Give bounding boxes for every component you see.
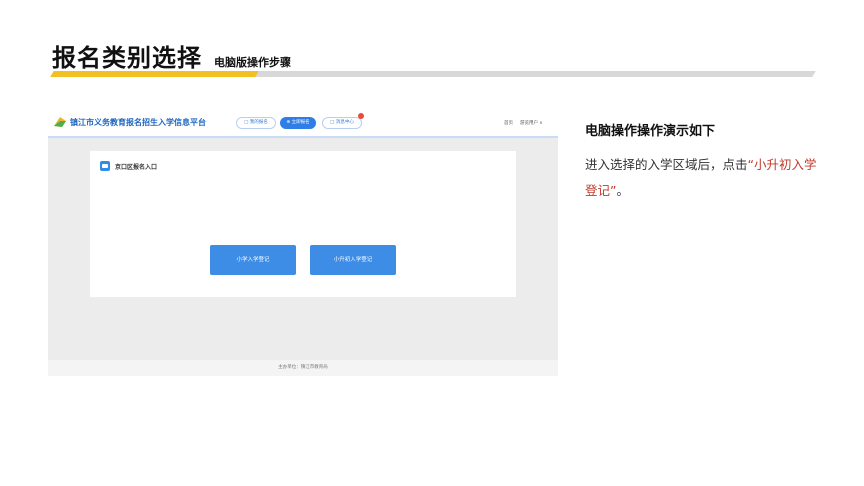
entry-icon xyxy=(100,161,110,171)
decorative-underline xyxy=(50,71,816,79)
slide-subtitle: 电脑版操作步骤 xyxy=(214,56,291,69)
screenshot-panel: 镇江市义务教育报名招生入学信息平台 □ 我的报名 ⊕ 立即报名 □ 消息中心 首… xyxy=(48,108,558,376)
card-title: 京口区报名入口 xyxy=(115,163,158,171)
underline-yellow xyxy=(50,71,259,77)
instructions-suffix: 。 xyxy=(616,183,629,198)
site-title[interactable]: 镇江市义务教育报名招生入学信息平台 xyxy=(70,117,206,128)
registration-card: 京口区报名入口 小学入学登记 小升初入学登记 xyxy=(90,151,516,297)
tab-message-center[interactable]: □ 消息中心 xyxy=(322,117,362,129)
primary-school-register-button[interactable]: 小学入学登记 xyxy=(210,245,296,275)
user-menu[interactable]: 游览用户 ∨ xyxy=(520,120,543,126)
junior-high-register-button[interactable]: 小升初入学登记 xyxy=(310,245,396,275)
instructions-prefix: 进入选择的入学区域后，点击 xyxy=(585,157,748,172)
tab-my-registration[interactable]: □ 我的报名 xyxy=(236,117,276,129)
instructions-title: 电脑操作操作演示如下 xyxy=(585,124,716,139)
instructions-body: 进入选择的入学区域后，点击“小升初入学登记”。 xyxy=(585,152,821,204)
site-header: 镇江市义务教育报名招生入学信息平台 □ 我的报名 ⊕ 立即报名 □ 消息中心 首… xyxy=(48,108,558,138)
tab-register-now[interactable]: ⊕ 立即报名 xyxy=(280,117,316,129)
site-footer: 主办单位：镇江市教育局 xyxy=(48,360,558,376)
notification-badge xyxy=(358,113,364,119)
slide-title: 报名类别选择 xyxy=(52,44,202,72)
site-logo-icon xyxy=(54,117,66,127)
home-link[interactable]: 首页 xyxy=(504,120,513,126)
card-header: 京口区报名入口 xyxy=(100,161,157,171)
slide-header: 报名类别选择 电脑版操作步骤 xyxy=(52,38,291,73)
